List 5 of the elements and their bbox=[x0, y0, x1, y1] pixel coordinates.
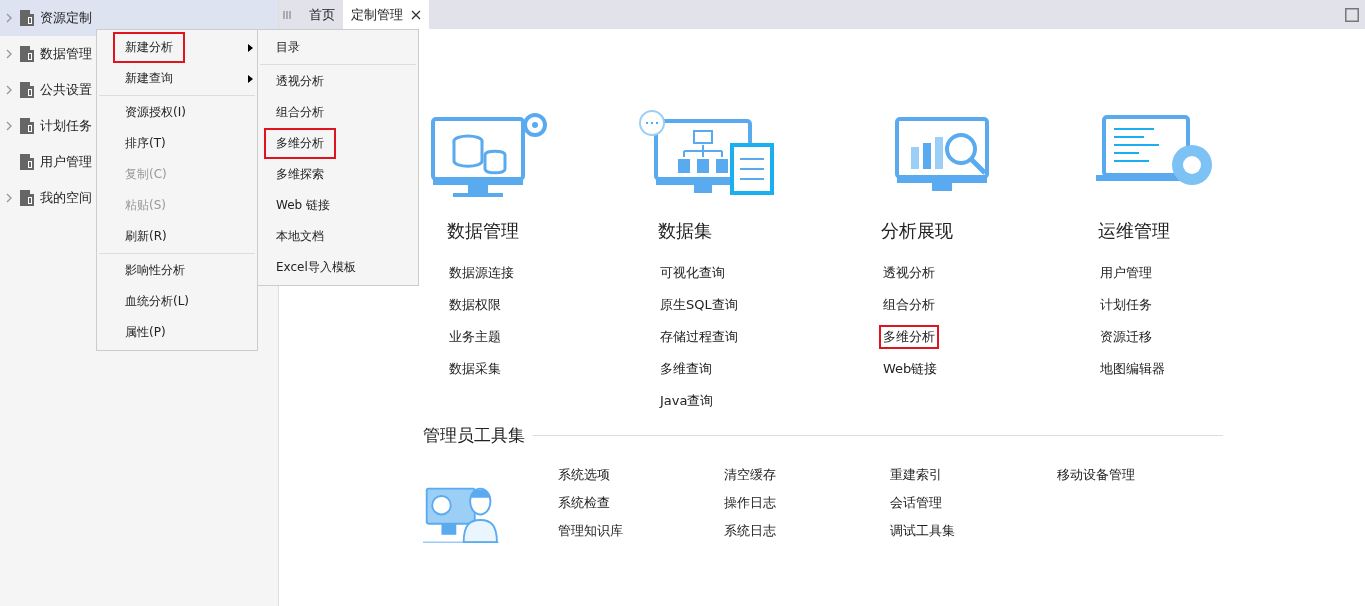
category-title: 分析展现 bbox=[881, 219, 953, 243]
category-title: 数据管理 bbox=[447, 219, 519, 243]
section-title: 管理员工具集 bbox=[423, 424, 525, 447]
category-title: 运维管理 bbox=[1098, 219, 1170, 243]
category-title: 数据集 bbox=[658, 219, 712, 243]
